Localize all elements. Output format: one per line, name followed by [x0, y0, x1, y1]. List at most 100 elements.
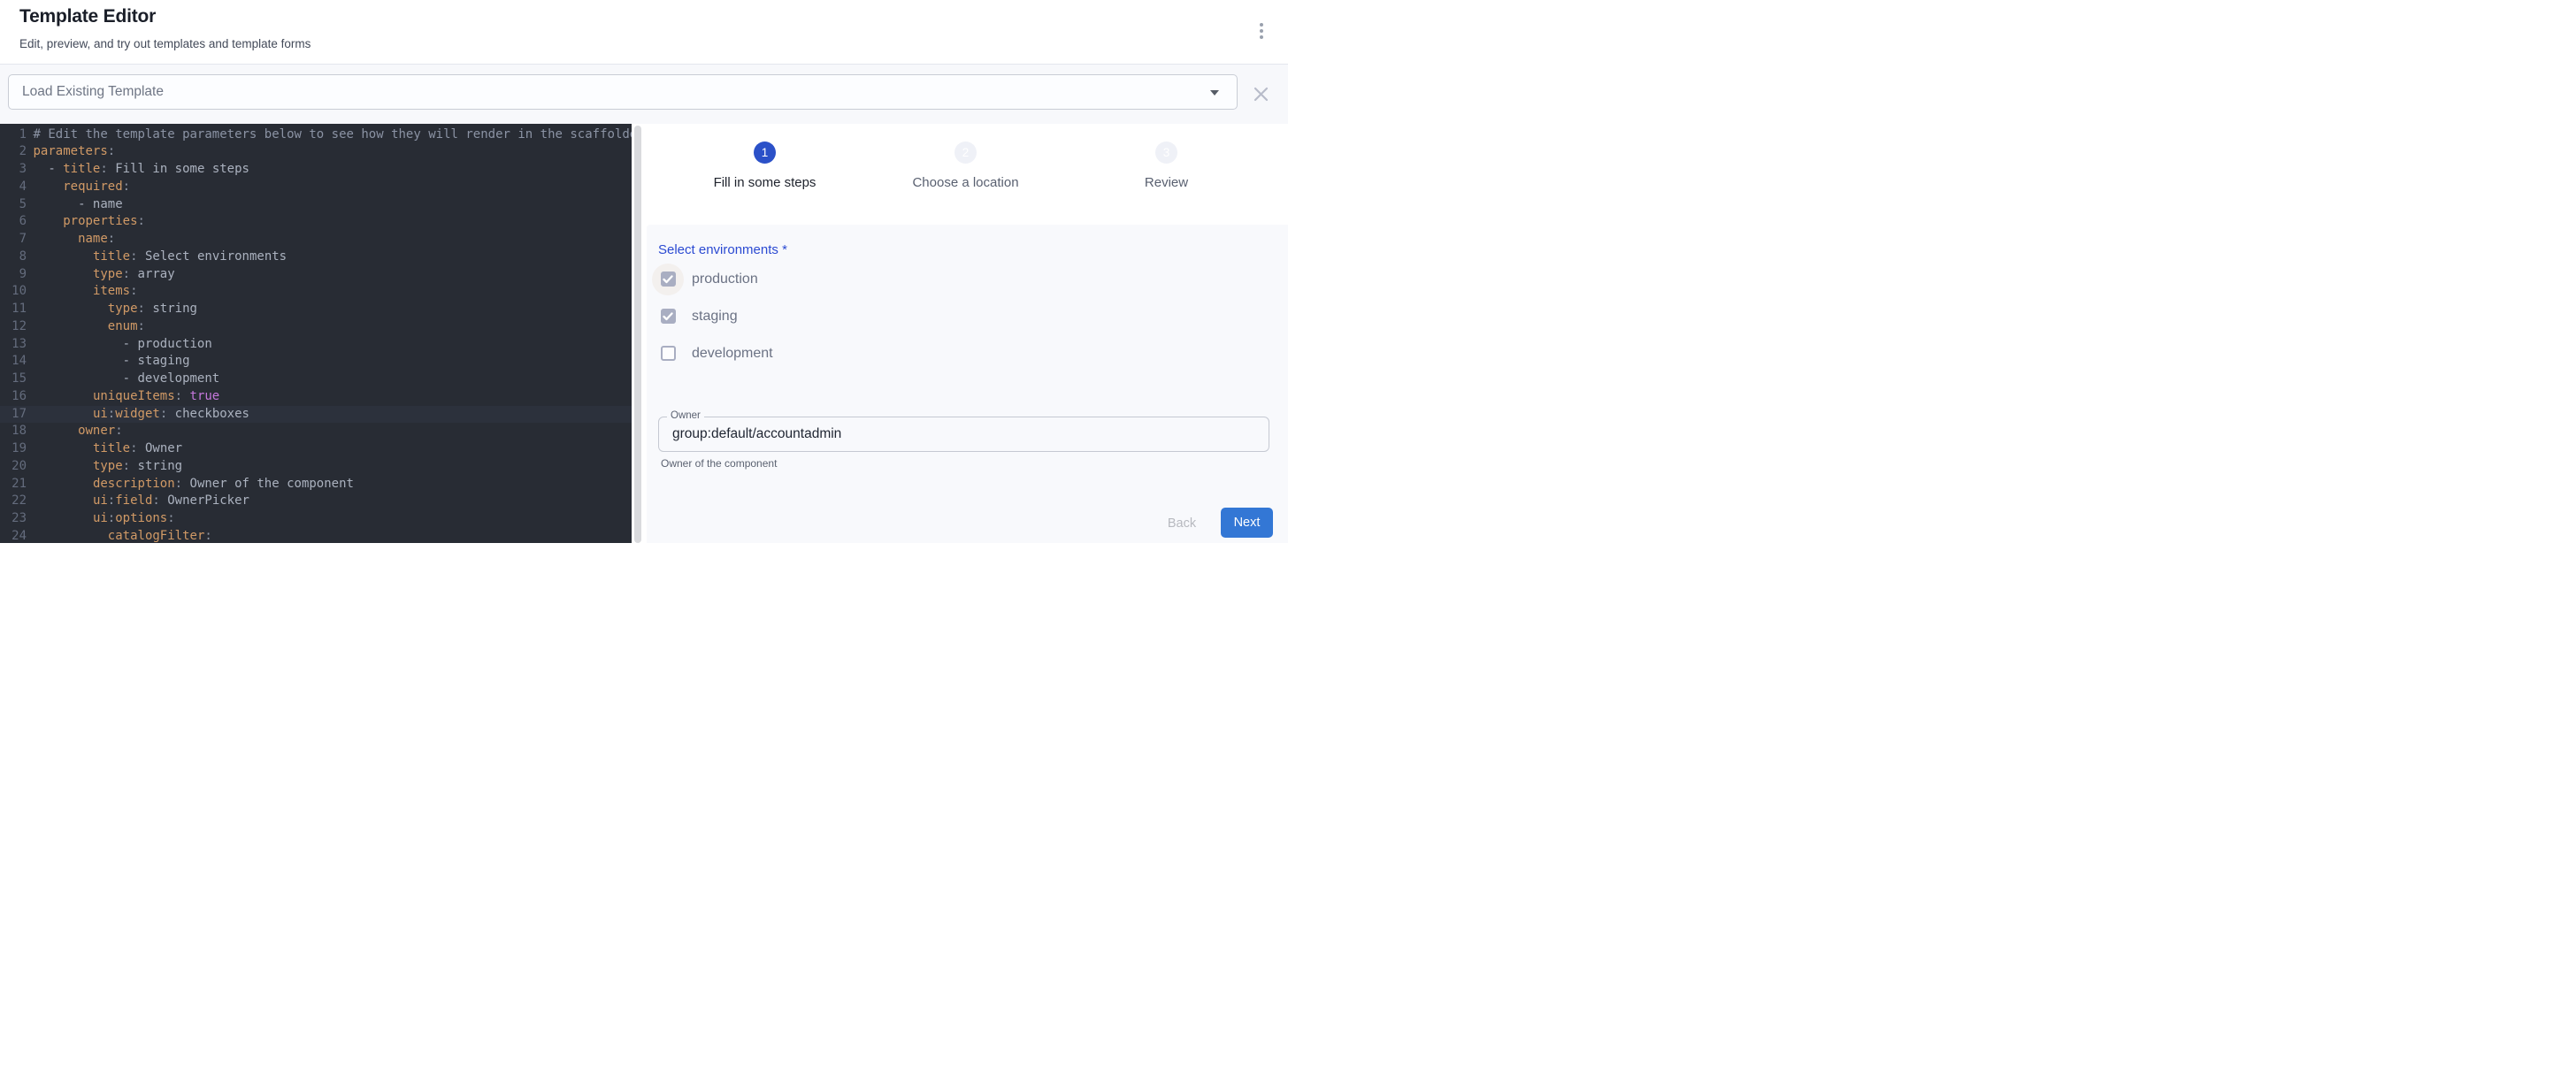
checkbox-ripple — [652, 338, 684, 370]
code-line-text: owner: — [27, 423, 123, 440]
checkbox-label[interactable]: staging — [692, 309, 738, 325]
editor-scrollbar-thumb[interactable] — [634, 126, 641, 543]
code-line-text: title: Owner — [27, 440, 182, 458]
checkbox-checked-icon[interactable] — [661, 272, 676, 287]
code-line-text: properties: — [27, 213, 145, 231]
stepper: 1 Fill in some steps 2 Choose a location 3 Re… — [664, 141, 1267, 190]
code-line-text: required: — [27, 179, 130, 196]
form-step-card: Select environments * production staging d… — [647, 225, 1288, 544]
back-button[interactable]: Back — [1155, 509, 1208, 539]
template-editor-page: Template Editor Edit, preview, and try o… — [0, 0, 1288, 543]
page-subtitle: Edit, preview, and try out templates and… — [19, 37, 310, 50]
code-line[interactable]: 16 uniqueItems: true — [0, 388, 632, 406]
code-line[interactable]: 10 items: — [0, 283, 632, 301]
checkbox-unchecked-icon[interactable] — [661, 346, 676, 361]
code-line[interactable]: 6 properties: — [0, 213, 632, 231]
checkbox-label[interactable]: production — [692, 272, 758, 287]
code-line[interactable]: 17 ui:widget: checkboxes — [0, 406, 632, 424]
code-line-text: - development — [27, 371, 219, 388]
code-line-text: description: Owner of the component — [27, 476, 354, 493]
checkbox-label[interactable]: development — [692, 346, 773, 362]
editor-scrollbar-track — [632, 124, 644, 543]
code-line[interactable]: 23 ui:options: — [0, 510, 632, 528]
code-line[interactable]: 21 description: Owner of the component — [0, 476, 632, 493]
checkbox-option-production[interactable]: production — [652, 264, 773, 295]
code-line[interactable]: 19 title: Owner — [0, 440, 632, 458]
code-line-text: - staging — [27, 353, 190, 371]
line-number: 4 — [0, 179, 27, 196]
code-line-text: ui:field: OwnerPicker — [27, 493, 249, 510]
code-line-text: type: array — [27, 266, 175, 284]
checkbox-ripple — [652, 301, 684, 333]
stepper-step: 2 Choose a location — [865, 141, 1066, 190]
checkbox-option-staging[interactable]: staging — [652, 301, 773, 333]
line-number: 1 — [0, 126, 27, 144]
code-line-text: - production — [27, 336, 212, 354]
step-number-circle: 2 — [954, 141, 977, 164]
checkbox-checked-icon[interactable] — [661, 309, 676, 324]
step-number-circle: 1 — [754, 141, 776, 164]
code-line-text: ui:options: — [27, 510, 175, 528]
close-icon[interactable] — [1246, 78, 1276, 110]
step-label: Review — [1145, 175, 1188, 190]
environments-field-label: Select environments * — [658, 242, 787, 257]
code-line[interactable]: 18 owner: — [0, 423, 632, 440]
code-line-text: enum: — [27, 318, 145, 336]
step-label: Choose a location — [912, 175, 1018, 190]
owner-helper-text: Owner of the component — [661, 457, 777, 470]
page-title: Template Editor — [19, 6, 156, 27]
line-number: 16 — [0, 388, 27, 406]
code-line[interactable]: 24 catalogFilter: — [0, 528, 632, 543]
line-number: 20 — [0, 458, 27, 476]
required-asterisk: * — [778, 242, 787, 257]
line-number: 18 — [0, 423, 27, 440]
code-line[interactable]: 2parameters: — [0, 143, 632, 161]
owner-field-floating-label: Owner — [667, 409, 704, 422]
line-number: 21 — [0, 476, 27, 493]
code-line-text: catalogFilter: — [27, 528, 212, 543]
code-editor[interactable]: 1# Edit the template parameters below to… — [0, 124, 632, 543]
line-number: 10 — [0, 283, 27, 301]
code-line[interactable]: 14 - staging — [0, 353, 632, 371]
line-number: 13 — [0, 336, 27, 354]
code-line[interactable]: 15 - development — [0, 371, 632, 388]
code-line[interactable]: 12 enum: — [0, 318, 632, 336]
line-number: 7 — [0, 231, 27, 249]
template-preview-panel: 1 Fill in some steps 2 Choose a location 3 Re… — [644, 124, 1288, 543]
step-number-circle: 3 — [1155, 141, 1177, 164]
checkbox-option-development[interactable]: development — [652, 338, 773, 370]
owner-field[interactable] — [658, 417, 1269, 452]
code-line-text: # Edit the template parameters below to … — [27, 126, 632, 144]
step-label: Fill in some steps — [714, 175, 816, 190]
code-line-text: items: — [27, 283, 138, 301]
line-number: 6 — [0, 213, 27, 231]
code-line[interactable]: 22 ui:field: OwnerPicker — [0, 493, 632, 510]
line-number: 11 — [0, 301, 27, 318]
code-line[interactable]: 20 type: string — [0, 458, 632, 476]
page-header: Template Editor Edit, preview, and try o… — [0, 0, 1288, 65]
environments-checkbox-group: production staging development — [652, 264, 773, 375]
code-line[interactable]: 5 - name — [0, 196, 632, 214]
line-number: 19 — [0, 440, 27, 458]
kebab-menu-icon[interactable] — [1249, 16, 1274, 46]
code-line[interactable]: 4 required: — [0, 179, 632, 196]
code-line-text: title: Select environments — [27, 249, 287, 266]
line-number: 15 — [0, 371, 27, 388]
code-line[interactable]: 7 name: — [0, 231, 632, 249]
line-number: 22 — [0, 493, 27, 510]
code-line[interactable]: 13 - production — [0, 336, 632, 354]
load-existing-template-select[interactable] — [8, 74, 1238, 110]
code-line[interactable]: 8 title: Select environments — [0, 249, 632, 266]
next-button[interactable]: Next — [1221, 508, 1273, 538]
code-line[interactable]: 3 - title: Fill in some steps — [0, 161, 632, 179]
code-line[interactable]: 11 type: string — [0, 301, 632, 318]
checkbox-ripple — [652, 264, 684, 295]
code-line[interactable]: 9 type: array — [0, 266, 632, 284]
line-number: 17 — [0, 406, 27, 424]
owner-input[interactable] — [659, 417, 1269, 451]
line-number: 12 — [0, 318, 27, 336]
line-number: 8 — [0, 249, 27, 266]
load-existing-template-input[interactable] — [9, 75, 1237, 109]
code-line-text: type: string — [27, 301, 197, 318]
code-line[interactable]: 1# Edit the template parameters below to… — [0, 126, 632, 144]
